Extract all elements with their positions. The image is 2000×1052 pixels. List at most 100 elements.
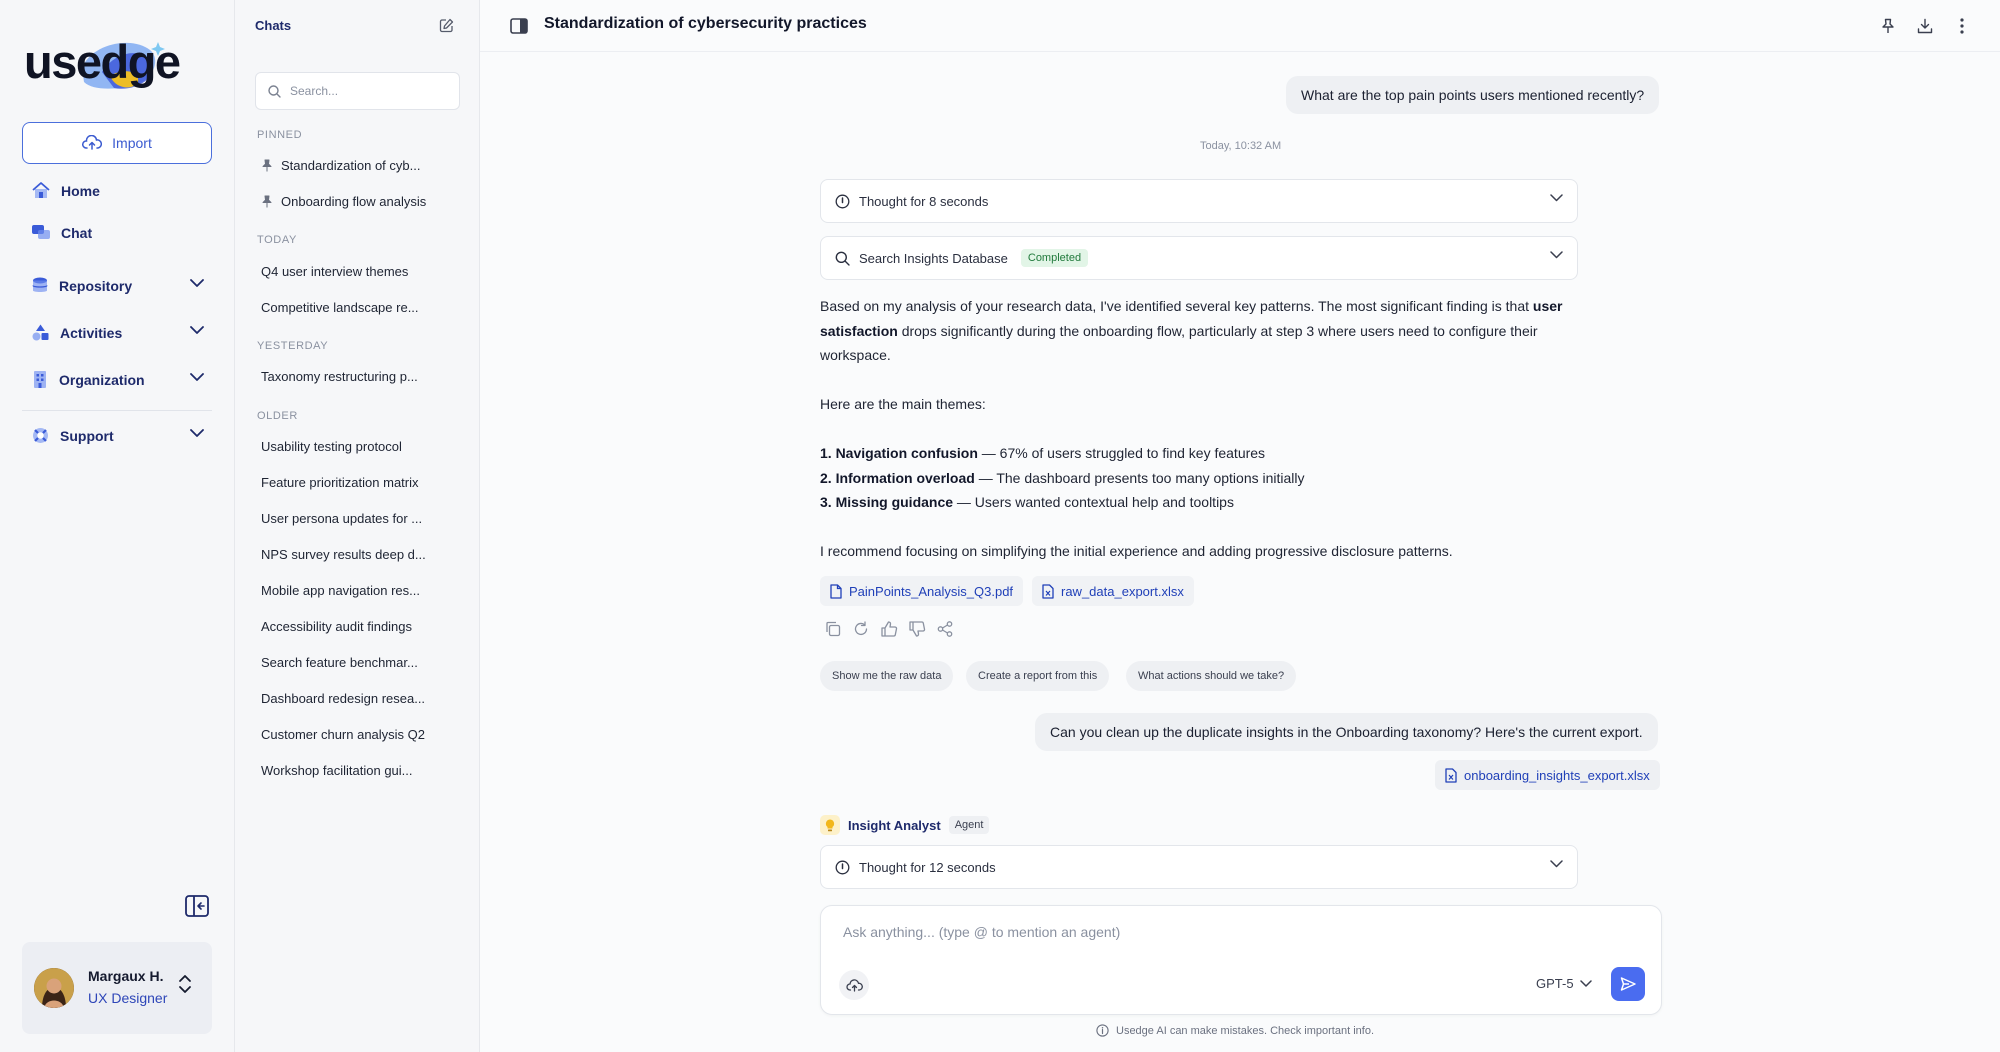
chat-item[interactable]: User persona updates for ... <box>261 511 451 526</box>
regenerate-icon[interactable] <box>852 620 870 638</box>
cloud-upload-icon <box>82 135 103 150</box>
more-vertical-icon <box>1960 18 1964 34</box>
suggestion-chip[interactable]: What actions should we take? <box>1126 661 1297 691</box>
copy-icon[interactable] <box>824 620 842 638</box>
chat-item[interactable]: Competitive landscape re... <box>261 300 451 315</box>
file-attachment[interactable]: raw_data_export.xlsx <box>1032 576 1194 606</box>
answer-list-item: 2. Information overload — The dashboard … <box>820 470 1305 486</box>
chat-header: Standardization of cybersecurity practic… <box>480 0 2000 52</box>
share-icon[interactable] <box>936 620 954 638</box>
section-older: OLDER <box>257 410 298 422</box>
chat-item-pinned[interactable]: Onboarding flow analysis <box>261 194 451 209</box>
model-name: GPT-5 <box>1536 976 1574 991</box>
tool-call-toggle[interactable]: Search Insights Database Completed <box>820 236 1578 280</box>
file-name: onboarding_insights_export.xlsx <box>1464 767 1650 783</box>
pin-icon <box>262 159 272 172</box>
chevron-down-icon <box>1579 979 1592 987</box>
list-item-title: 2. Information overload <box>820 469 975 486</box>
answer-list: 1. Navigation confusion — 67% of users s… <box>820 441 1580 515</box>
chat-item[interactable]: Search feature benchmar... <box>261 655 451 670</box>
usedge-logo[interactable]: usedge <box>24 28 181 96</box>
nav-activities-label: Activities <box>60 324 123 341</box>
spreadsheet-file-icon <box>1445 767 1457 783</box>
import-label: Import <box>112 135 152 151</box>
chat-item-label: Standardization of cyb... <box>281 158 421 173</box>
chat-item[interactable]: Usability testing protocol <box>261 439 451 454</box>
nav-repository[interactable]: Repository <box>32 277 204 294</box>
section-pinned: PINNED <box>257 129 303 141</box>
nav-chat[interactable]: Chat <box>32 225 204 241</box>
answer-text: Based on my analysis of your research da… <box>820 298 1533 314</box>
chat-search[interactable] <box>255 72 460 110</box>
user-photo-icon <box>34 968 74 1008</box>
upload-button[interactable] <box>839 970 869 1000</box>
chat-item-pinned[interactable]: Standardization of cyb... <box>261 158 451 173</box>
chevron-down-icon <box>1550 860 1563 868</box>
thought-toggle[interactable]: Thought for 12 seconds <box>820 845 1578 889</box>
pin-chat-button[interactable] <box>1877 15 1899 37</box>
chats-title: Chats <box>255 18 292 33</box>
agent-badge: Agent <box>948 816 990 834</box>
import-button[interactable]: Import <box>22 122 212 164</box>
answer-paragraph: Here are the main themes: <box>820 396 986 412</box>
file-icon <box>830 583 842 599</box>
suggestion-chip[interactable]: Show me the raw data <box>820 661 954 691</box>
answer-text: drops significantly during the onboardin… <box>820 322 1538 364</box>
thought-label: Thought for 12 seconds <box>859 859 996 875</box>
lifebuoy-icon <box>33 428 48 443</box>
avatar <box>34 968 74 1008</box>
nav-home[interactable]: Home <box>32 182 204 199</box>
list-item-text: — 67% of users struggled to find key fea… <box>977 445 1266 461</box>
logo-wordmark: usedge <box>24 35 181 88</box>
user-message: What are the top pain points users menti… <box>1286 76 1660 114</box>
pin-icon <box>1882 18 1894 33</box>
send-button[interactable] <box>1611 967 1645 1001</box>
file-name: PainPoints_Analysis_Q3.pdf <box>849 583 1014 599</box>
download-button[interactable] <box>1914 15 1936 37</box>
model-selector[interactable]: GPT-5 <box>1536 976 1592 991</box>
thumbs-up-icon[interactable] <box>880 620 898 638</box>
new-chat-button[interactable] <box>435 14 457 36</box>
chevrons-up-down-icon[interactable] <box>178 974 192 994</box>
agent-avatar <box>820 815 840 835</box>
building-icon <box>34 371 46 388</box>
chat-item[interactable]: Q4 user interview themes <box>261 264 451 279</box>
chat-item[interactable]: Dashboard redesign resea... <box>261 691 451 706</box>
chat-item[interactable]: Feature prioritization matrix <box>261 475 451 490</box>
chat-item[interactable]: NPS survey results deep d... <box>261 547 451 562</box>
thought-label: Thought for 8 seconds <box>859 193 989 209</box>
search-icon <box>835 251 850 266</box>
user-profile-card[interactable]: Margaux H. UX Designer <box>22 942 212 1034</box>
user-file-attachment[interactable]: onboarding_insights_export.xlsx <box>1435 760 1660 790</box>
suggestion-chip[interactable]: Create a report from this <box>966 661 1110 691</box>
file-attachment[interactable]: PainPoints_Analysis_Q3.pdf <box>820 576 1024 606</box>
section-yesterday: YESTERDAY <box>257 340 329 352</box>
chat-item[interactable]: Customer churn analysis Q2 <box>261 727 451 742</box>
answer-list-item: 1. Navigation confusion — 67% of users s… <box>820 445 1265 461</box>
shapes-icon <box>32 324 49 341</box>
spreadsheet-file-icon <box>1042 583 1054 599</box>
nav-support[interactable]: Support <box>32 427 204 444</box>
pin-icon <box>262 195 272 208</box>
chat-item[interactable]: Workshop facilitation gui... <box>261 763 451 778</box>
main-sidebar: usedge Import Home Chat Repository Activ… <box>0 0 235 1052</box>
database-icon <box>32 277 48 292</box>
nav-organization[interactable]: Organization <box>32 371 204 388</box>
chat-item[interactable]: Accessibility audit findings <box>261 619 451 634</box>
nav-home-label: Home <box>61 182 100 199</box>
more-options-button[interactable] <box>1951 15 1973 37</box>
page-title: Standardization of cybersecurity practic… <box>544 15 867 32</box>
nav-activities[interactable]: Activities <box>32 324 204 341</box>
download-icon <box>1917 18 1933 34</box>
panel-toggle-icon[interactable] <box>508 15 530 37</box>
thumbs-down-icon[interactable] <box>908 620 926 638</box>
chat-item[interactable]: Mobile app navigation res... <box>261 583 451 598</box>
chevron-down-icon <box>1550 194 1563 202</box>
chat-item[interactable]: Taxonomy restructuring p... <box>261 369 451 384</box>
chat-main: Standardization of cybersecurity practic… <box>480 0 2000 1052</box>
chat-search-input[interactable] <box>290 84 450 98</box>
message-input[interactable] <box>843 924 1623 950</box>
collapse-sidebar-icon[interactable] <box>185 895 209 917</box>
thought-toggle[interactable]: Thought for 8 seconds <box>820 179 1578 223</box>
lightbulb-icon <box>825 819 835 831</box>
